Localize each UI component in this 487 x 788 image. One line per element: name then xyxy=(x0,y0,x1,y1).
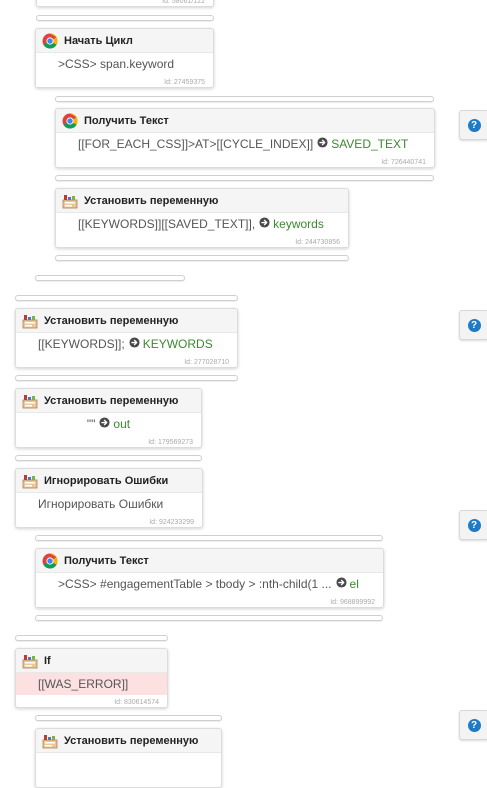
set-variable-icon xyxy=(42,733,58,749)
drop-zone-bar[interactable] xyxy=(15,375,238,381)
set-variable-icon xyxy=(22,653,38,669)
block-title: Получить Текст xyxy=(64,554,149,567)
chrome-icon xyxy=(42,33,58,49)
block-id: Id: 726440741 xyxy=(381,159,426,166)
drop-zone-bar[interactable] xyxy=(35,715,222,721)
block-title: Установить переменную xyxy=(84,194,219,207)
block-set-variable[interactable]: Установить переменную [[KEYWORDS]]; KEYWO… xyxy=(15,308,238,368)
block-id: Id: 244730856 xyxy=(295,239,340,246)
set-variable-icon xyxy=(22,473,38,489)
output-variable: out xyxy=(113,417,131,431)
block-body: [[KEYWORDS]][[SAVED_TEXT]], xyxy=(78,217,256,231)
block-card-partial-top[interactable]: Id: 58061/122 xyxy=(36,0,214,7)
block-id: Id: 179569273 xyxy=(148,439,193,446)
block-id: Id: 27459375 xyxy=(164,79,205,86)
block-set-variable[interactable]: Установить переменную [[KEYWORDS]][[SAVE… xyxy=(55,188,349,248)
output-variable: SAVED_TEXT xyxy=(331,137,409,151)
block-get-text[interactable]: Получить Текст [[FOR_EACH_CSS]]>AT>[[CYC… xyxy=(55,108,435,168)
set-variable-icon xyxy=(22,313,38,329)
block-set-variable[interactable]: Установить переменную "" out Id: 17956927… xyxy=(15,388,202,448)
block-body: >CSS> span.keyword xyxy=(58,57,175,71)
drop-zone-bar[interactable] xyxy=(36,15,214,21)
drop-zone-bar[interactable] xyxy=(15,635,168,641)
block-id: Id: 58061/122 xyxy=(162,0,205,5)
drop-zone-bar[interactable] xyxy=(15,295,238,301)
block-id: Id: 968899992 xyxy=(330,599,375,606)
block-if[interactable]: If [[WAS_ERROR]] Id: 830614574 xyxy=(15,648,168,708)
block-body: "" xyxy=(86,417,96,431)
drop-zone-bar[interactable] xyxy=(55,175,434,181)
block-body: Игнорировать Ошибки xyxy=(38,497,164,511)
output-arrow-icon xyxy=(259,217,270,231)
block-body: [[WAS_ERROR]] xyxy=(38,677,129,691)
help-icon: ? xyxy=(467,318,481,332)
block-title: Получить Текст xyxy=(84,114,169,127)
block-body: [[KEYWORDS]]; xyxy=(38,337,125,351)
block-title: Установить переменную xyxy=(44,394,179,407)
output-variable: el xyxy=(349,577,359,591)
help-icon: ? xyxy=(467,118,481,132)
chrome-icon xyxy=(62,113,78,129)
drop-zone-bar[interactable] xyxy=(55,96,434,102)
block-set-variable[interactable]: Установить переменную xyxy=(35,728,222,788)
output-arrow-icon xyxy=(317,137,328,151)
block-id: Id: 277028710 xyxy=(184,359,229,366)
help-icon: ? xyxy=(467,718,481,732)
drop-zone-bar[interactable] xyxy=(35,275,185,281)
block-title: Начать Цикл xyxy=(64,34,133,47)
set-variable-icon xyxy=(62,193,78,209)
output-arrow-icon xyxy=(336,577,347,591)
block-id: Id: 830614574 xyxy=(114,699,159,706)
block-ignore-errors[interactable]: Игнорировать Ошибки Игнорировать Ошибки … xyxy=(15,468,203,528)
drop-zone-bar[interactable] xyxy=(35,535,383,541)
set-variable-icon xyxy=(22,393,38,409)
block-body: [[FOR_EACH_CSS]]>AT>[[CYCLE_INDEX]] xyxy=(78,137,314,151)
help-button[interactable]: ? xyxy=(459,710,487,740)
block-title: Установить переменную xyxy=(44,314,179,327)
output-variable: KEYWORDS xyxy=(142,337,213,351)
help-button[interactable]: ? xyxy=(459,310,487,340)
help-button[interactable]: ? xyxy=(459,510,487,540)
help-icon: ? xyxy=(467,518,481,532)
block-get-text[interactable]: Получить Текст >CSS> #engagementTable > … xyxy=(35,548,384,608)
chrome-icon xyxy=(42,553,58,569)
output-arrow-icon xyxy=(99,417,110,431)
block-title: Установить переменную xyxy=(64,734,199,747)
block-body: >CSS> #engagementTable > tbody > :nth-ch… xyxy=(58,577,332,591)
block-title: If xyxy=(44,654,51,667)
drop-zone-bar[interactable] xyxy=(35,615,383,621)
block-start-loop[interactable]: Начать Цикл >CSS> span.keyword Id: 27459… xyxy=(35,28,214,88)
drop-zone-bar[interactable] xyxy=(55,255,349,261)
output-arrow-icon xyxy=(129,337,140,351)
help-button[interactable]: ? xyxy=(459,110,487,140)
output-variable: keywords xyxy=(273,217,324,231)
drop-zone-bar[interactable] xyxy=(15,455,202,461)
block-id: Id: 924233299 xyxy=(149,519,194,526)
block-title: Игнорировать Ошибки xyxy=(44,474,169,487)
